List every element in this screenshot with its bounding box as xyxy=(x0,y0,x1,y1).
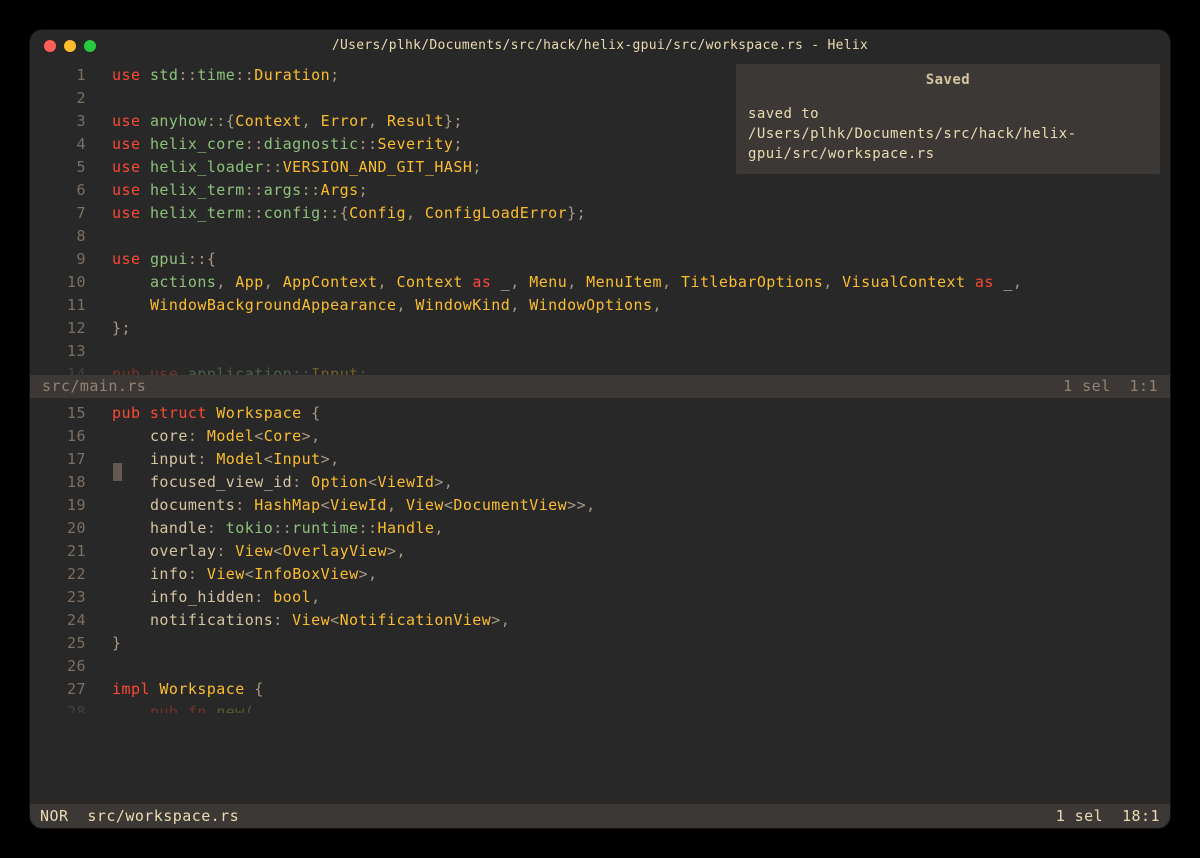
code-line[interactable]: 24 notifications: View<NotificationView>… xyxy=(30,609,1170,632)
code-line[interactable]: 15pub struct Workspace { xyxy=(30,402,1170,425)
lower-pane[interactable]: 15pub struct Workspace {16 core: Model<C… xyxy=(30,398,1170,713)
line-number: 15 xyxy=(30,402,112,425)
line-number: 13 xyxy=(30,340,112,363)
code-line[interactable]: 28 pub fn new( xyxy=(30,701,1170,713)
code-line[interactable]: 26 xyxy=(30,655,1170,678)
zoom-icon[interactable] xyxy=(84,40,96,52)
window-title: /Users/plhk/Documents/src/hack/helix-gpu… xyxy=(332,34,868,57)
line-number: 20 xyxy=(30,517,112,540)
line-number: 25 xyxy=(30,632,112,655)
line-number: 18 xyxy=(30,471,112,494)
line-number: 23 xyxy=(30,586,112,609)
line-number: 21 xyxy=(30,540,112,563)
line-number: 7 xyxy=(30,202,112,225)
line-number: 26 xyxy=(30,655,112,678)
line-number: 6 xyxy=(30,179,112,202)
minimize-icon[interactable] xyxy=(64,40,76,52)
code-line[interactable]: 8 xyxy=(30,225,1170,248)
inactive-position: 1 sel 1:1 xyxy=(1063,375,1158,398)
mode-indicator: NOR xyxy=(40,805,68,828)
close-icon[interactable] xyxy=(44,40,56,52)
code-line[interactable]: 13 xyxy=(30,340,1170,363)
code-line[interactable]: 18 focused_view_id: Option<ViewId>, xyxy=(30,471,1170,494)
code-line[interactable]: 19 documents: HashMap<ViewId, View<Docum… xyxy=(30,494,1170,517)
line-number: 8 xyxy=(30,225,112,248)
code-line[interactable]: 14pub use application::Input; xyxy=(30,363,1170,375)
code-line[interactable]: 10 actions, App, AppContext, Context as … xyxy=(30,271,1170,294)
code-line[interactable]: 20 handle: tokio::runtime::Handle, xyxy=(30,517,1170,540)
status-position: 1 sel 18:1 xyxy=(1056,805,1160,828)
notification-title: Saved xyxy=(748,70,1148,90)
editor-window: /Users/plhk/Documents/src/hack/helix-gpu… xyxy=(30,30,1170,828)
line-number: 12 xyxy=(30,317,112,340)
line-number: 1 xyxy=(30,64,112,87)
statusline: NOR src/workspace.rs 1 sel 18:1 xyxy=(30,804,1170,828)
line-number: 27 xyxy=(30,678,112,701)
line-number: 10 xyxy=(30,271,112,294)
code-line[interactable]: 11 WindowBackgroundAppearance, WindowKin… xyxy=(30,294,1170,317)
code-line[interactable]: 25} xyxy=(30,632,1170,655)
line-number: 9 xyxy=(30,248,112,271)
line-number: 22 xyxy=(30,563,112,586)
code-line[interactable]: 12}; xyxy=(30,317,1170,340)
line-number: 3 xyxy=(30,110,112,133)
inactive-file: src/main.rs xyxy=(42,375,146,398)
editor-area[interactable]: 1use std::time::Duration;23use anyhow::{… xyxy=(30,60,1170,804)
inactive-statusline: src/main.rs 1 sel 1:1 xyxy=(30,375,1170,398)
code-line[interactable]: 21 overlay: View<OverlayView>, xyxy=(30,540,1170,563)
line-number: 17 xyxy=(30,448,112,471)
line-number: 24 xyxy=(30,609,112,632)
code-line[interactable]: 16 core: Model<Core>, xyxy=(30,425,1170,448)
code-line[interactable]: 7use helix_term::config::{Config, Config… xyxy=(30,202,1170,225)
line-number: 4 xyxy=(30,133,112,156)
line-number: 11 xyxy=(30,294,112,317)
status-file: src/workspace.rs xyxy=(87,805,239,828)
line-number: 19 xyxy=(30,494,112,517)
line-number: 5 xyxy=(30,156,112,179)
code-line[interactable]: 23 info_hidden: bool, xyxy=(30,586,1170,609)
code-line[interactable]: 17 input: Model<Input>, xyxy=(30,448,1170,471)
notification-body: saved to /Users/plhk/Documents/src/hack/… xyxy=(748,104,1148,164)
code-line[interactable]: 22 info: View<InfoBoxView>, xyxy=(30,563,1170,586)
titlebar[interactable]: /Users/plhk/Documents/src/hack/helix-gpu… xyxy=(30,30,1170,60)
notification-popup: Saved saved to /Users/plhk/Documents/src… xyxy=(736,64,1160,174)
code-line[interactable]: 9use gpui::{ xyxy=(30,248,1170,271)
cursor xyxy=(113,463,122,481)
line-number: 14 xyxy=(30,363,112,375)
line-number: 16 xyxy=(30,425,112,448)
line-number: 2 xyxy=(30,87,112,110)
code-line[interactable]: 27impl Workspace { xyxy=(30,678,1170,701)
window-controls xyxy=(44,40,96,52)
code-line[interactable]: 6use helix_term::args::Args; xyxy=(30,179,1170,202)
line-number: 28 xyxy=(30,701,112,713)
